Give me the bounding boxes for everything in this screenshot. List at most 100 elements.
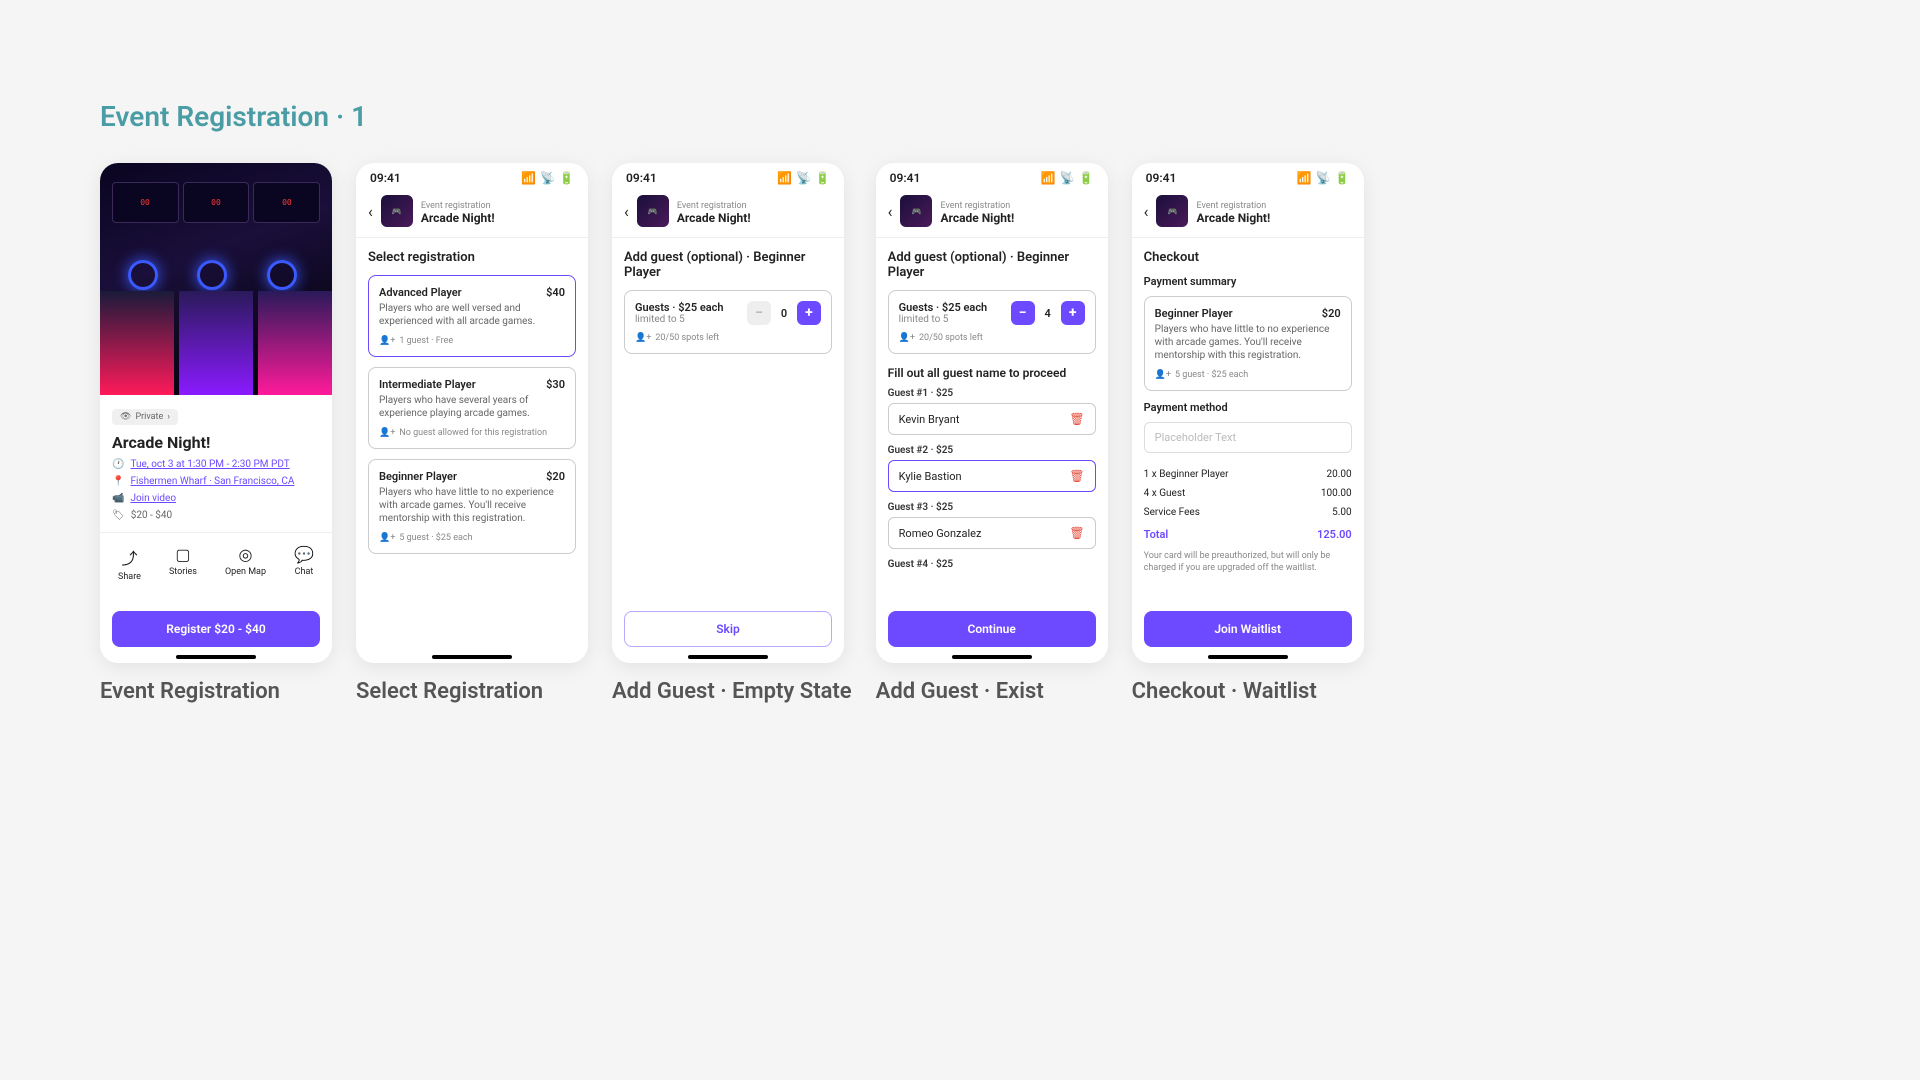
event-video-link: Join video (130, 493, 176, 504)
payment-method-input[interactable]: Placeholder Text (1144, 422, 1352, 453)
share-action[interactable]: ⤴Share (118, 545, 141, 582)
checkout-heading: Checkout (1144, 250, 1352, 265)
increment-button[interactable]: + (797, 301, 821, 325)
registration-option-beginner[interactable]: Beginner Player $20 Players who have litt… (368, 459, 576, 554)
status-time: 09:41 (890, 171, 921, 185)
register-button[interactable]: Register $20 - $40 (112, 611, 320, 647)
screen-select-registration: 09:41📶📡🔋 ‹ 🎮 Event registrationArcade Ni… (356, 163, 588, 663)
option-name: Advanced Player (379, 286, 462, 299)
event-location-row[interactable]: 📍 Fishermen Wharf · San Francisco, CA (100, 473, 332, 490)
option-meta: No guest allowed for this registration (399, 428, 547, 438)
open-map-label: Open Map (225, 567, 266, 577)
event-thumbnail: 🎮 (381, 195, 413, 227)
spots-left: 20/50 spots left (655, 333, 719, 343)
person-plus-icon: 👤+ (379, 428, 395, 438)
clock-icon: 🕐 (112, 459, 124, 470)
guest-label: Guest #2 · $25 (888, 445, 1096, 456)
event-datetime-row[interactable]: 🕐 Tue, oct 3 at 1:30 PM - 2:30 PM PDT (100, 456, 332, 473)
chat-action[interactable]: 💬Chat (294, 545, 314, 582)
guest-name-input[interactable]: Kylie Bastion 🗑 (888, 460, 1096, 492)
pin-icon: 📍 (112, 476, 124, 487)
line-item: 4 x Guest100.00 (1144, 484, 1352, 503)
screen-label: Select Registration (356, 679, 588, 704)
screen-add-guest-empty: 09:41📶📡🔋 ‹ 🎮 Event registrationArcade Ni… (612, 163, 844, 663)
total-label: Total (1144, 528, 1169, 541)
item-price: $20 (1322, 307, 1341, 320)
event-datetime: Tue, oct 3 at 1:30 PM - 2:30 PM PDT (130, 459, 289, 470)
guest-name-input[interactable]: Kevin Bryant🗑 (888, 403, 1096, 435)
header-breadcrumb: Event registration (940, 201, 1010, 211)
battery-icon: 🔋 (559, 171, 574, 185)
header-breadcrumb: Event registration (677, 201, 747, 211)
event-location: Fishermen Wharf · San Francisco, CA (130, 476, 294, 487)
trash-icon[interactable]: 🗑 (1069, 526, 1084, 540)
event-hero-image: 000000 (100, 163, 332, 395)
option-desc: Players who are well versed and experien… (379, 302, 565, 328)
guest-name-value: Kylie Bastion (899, 470, 962, 483)
chat-icon: 💬 (294, 545, 314, 564)
open-map-action[interactable]: ◎Open Map (225, 545, 266, 582)
payment-method-heading: Payment method (1144, 401, 1352, 414)
chevron-right-icon: › (167, 412, 170, 422)
page-title: Event Registration · 1 (100, 100, 1820, 133)
guest-label: Guest #4 · $25 (888, 559, 1096, 570)
decrement-button[interactable]: − (747, 301, 771, 325)
decrement-button[interactable]: − (1011, 301, 1035, 325)
screen-event-registration: 000000 👁 Private › Arcade Night! 🕐 Tue, … (100, 163, 332, 663)
header-title: Arcade Night! (1196, 211, 1270, 225)
guest-label: Guest #1 · $25 (888, 388, 1096, 399)
event-video-row[interactable]: 📹 Join video (100, 490, 332, 507)
guest-limit: limited to 5 (899, 314, 988, 325)
option-desc: Players who have little to no experience… (379, 486, 565, 525)
event-price-range: $20 - $40 (131, 510, 172, 521)
wifi-icon: 📡 (540, 171, 555, 185)
signal-icon: 📶 (1297, 171, 1312, 185)
privacy-badge[interactable]: 👁 Private › (112, 409, 178, 425)
continue-button[interactable]: Continue (888, 611, 1096, 647)
line-label: 4 x Guest (1144, 488, 1186, 499)
battery-icon: 🔋 (815, 171, 830, 185)
trash-icon[interactable]: 🗑 (1069, 412, 1084, 426)
signal-icon: 📶 (521, 171, 536, 185)
summary-item-card: Beginner Player$20 Players who have litt… (1144, 296, 1352, 391)
option-price: $40 (546, 286, 565, 299)
back-button[interactable]: ‹ (1144, 202, 1149, 221)
person-plus-icon: 👤+ (899, 333, 915, 343)
option-price: $20 (546, 470, 565, 483)
line-value: 20.00 (1327, 469, 1352, 480)
join-waitlist-button[interactable]: Join Waitlist (1144, 611, 1352, 647)
screen-label: Event Registration (100, 679, 332, 704)
screen-checkout: 09:41📶📡🔋 ‹ 🎮 Event registrationArcade Ni… (1132, 163, 1364, 663)
line-item: Service Fees5.00 (1144, 503, 1352, 522)
share-label: Share (118, 572, 141, 582)
quantity-value: 0 (779, 307, 789, 320)
event-title: Arcade Night! (100, 425, 332, 456)
signal-icon: 📶 (1041, 171, 1056, 185)
quantity-value: 4 (1043, 307, 1053, 320)
stories-action[interactable]: ▢Stories (169, 545, 197, 582)
back-button[interactable]: ‹ (624, 202, 629, 221)
person-plus-icon: 👤+ (635, 333, 651, 343)
line-item: 1 x Beginner Player20.00 (1144, 465, 1352, 484)
guest-label: Guest #3 · $25 (888, 502, 1096, 513)
screen-label: Add Guest · Empty State (612, 679, 852, 704)
trash-icon[interactable]: 🗑 (1069, 469, 1084, 483)
option-name: Beginner Player (379, 470, 457, 483)
registration-option-advanced[interactable]: Advanced Player $40 Players who are well … (368, 275, 576, 357)
status-bar: 09:41📶📡🔋 (612, 163, 844, 189)
registration-option-intermediate[interactable]: Intermediate Player$30 Players who have … (368, 367, 576, 449)
person-plus-icon: 👤+ (379, 336, 395, 346)
video-icon: 📹 (112, 493, 124, 504)
increment-button[interactable]: + (1061, 301, 1085, 325)
person-plus-icon: 👤+ (1155, 370, 1171, 380)
item-meta: 5 guest · $25 each (1175, 370, 1248, 380)
guest-name-value: Romeo Gonzalez (899, 527, 982, 540)
guest-name-input[interactable]: Romeo Gonzalez 🗑 (888, 517, 1096, 549)
header-breadcrumb: Event registration (421, 201, 491, 211)
header-title: Arcade Night! (940, 211, 1014, 225)
skip-button[interactable]: Skip (624, 611, 832, 647)
battery-icon: 🔋 (1335, 171, 1350, 185)
back-button[interactable]: ‹ (368, 202, 373, 221)
back-button[interactable]: ‹ (888, 202, 893, 221)
status-bar: 09:41📶📡🔋 (356, 163, 588, 189)
